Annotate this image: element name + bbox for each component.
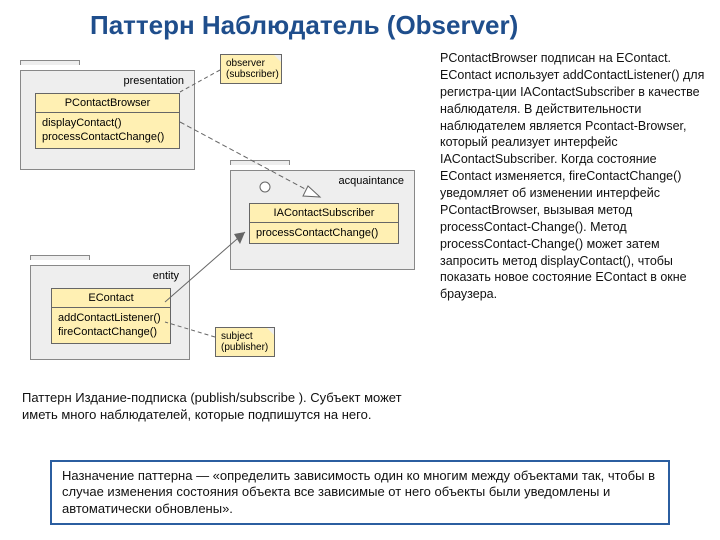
connectors [20,52,430,392]
uml-diagram: presentation PContactBrowser displayCont… [20,52,430,392]
page-title: Паттерн Наблюдатель (Observer) [90,10,518,41]
description-text: PContactBrowser подписан на EContact. EC… [440,50,710,303]
caption-text: Паттерн Издание-подписка (publish/subscr… [22,390,432,424]
purpose-box: Назначение паттерна — «определить зависи… [50,460,670,525]
